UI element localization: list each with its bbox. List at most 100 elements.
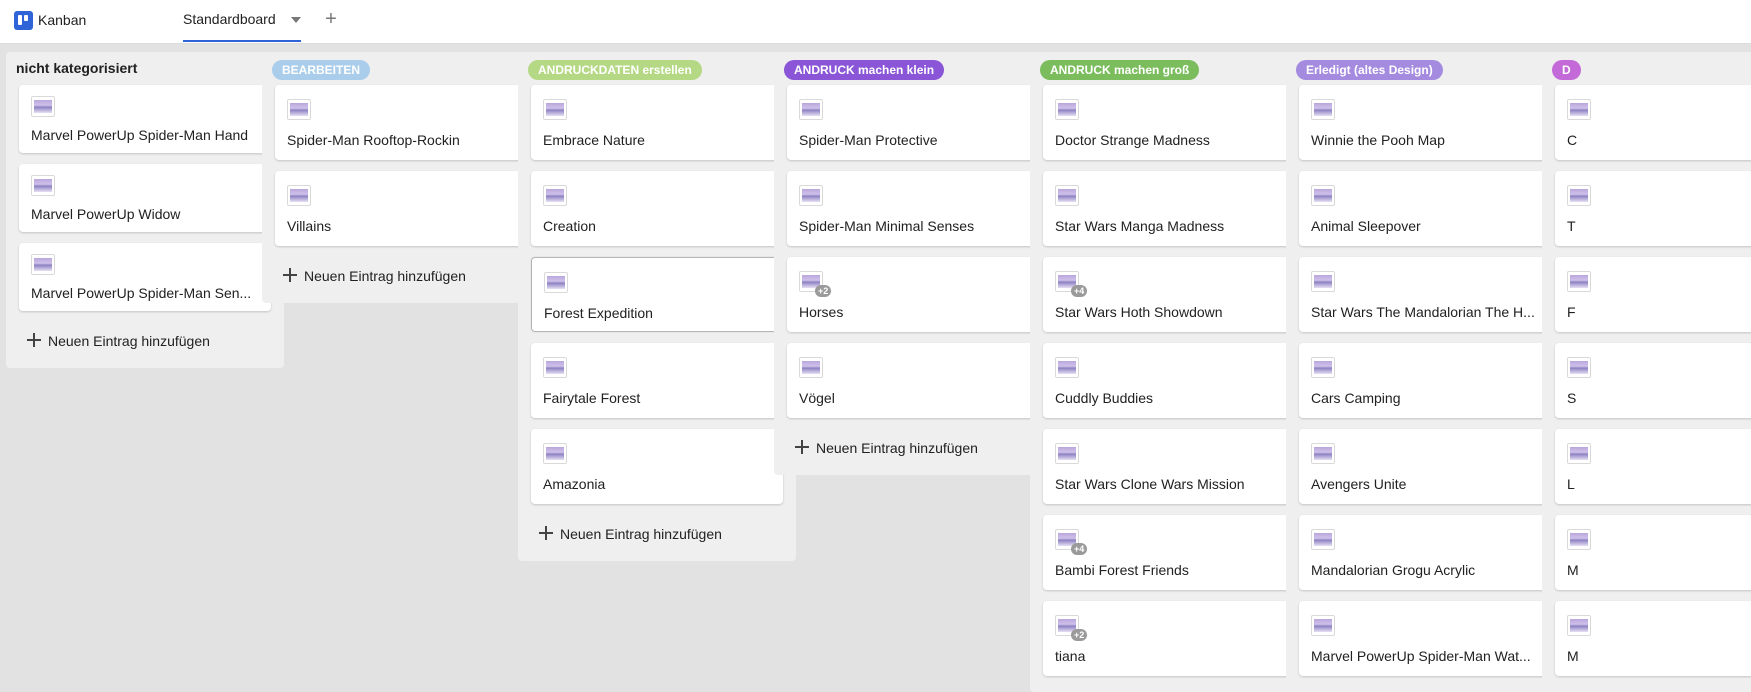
kanban-card[interactable]: M (1555, 515, 1751, 590)
add-board-icon[interactable]: + (322, 9, 340, 29)
kanban-logo-icon (14, 11, 33, 30)
card-title: T (1567, 218, 1576, 234)
card-title: Spider-Man Minimal Senses (799, 218, 975, 234)
column-header[interactable]: BEARBEITEN (262, 52, 540, 85)
kanban-card[interactable]: Amazonia (531, 429, 783, 504)
plus-icon (282, 267, 298, 283)
image-thumbnail-icon (1311, 271, 1335, 292)
image-thumbnail-icon (1055, 357, 1079, 378)
column-header[interactable]: ANDRUCKDATEN erstellen (518, 52, 796, 85)
kanban-card[interactable]: Marvel PowerUp Widow (19, 164, 271, 232)
image-thumbnail-icon (287, 99, 311, 120)
kanban-card[interactable]: +4 Star Wars Hoth Showdown (1043, 257, 1295, 332)
kanban-card[interactable]: Star Wars Manga Madness (1043, 171, 1295, 246)
kanban-card[interactable]: C (1555, 85, 1751, 160)
kanban-card[interactable]: Animal Sleepover (1299, 171, 1551, 246)
image-thumbnail-icon (1055, 443, 1079, 464)
kanban-card[interactable]: Vögel (787, 343, 1039, 418)
image-count-badge: +4 (1071, 285, 1088, 297)
kanban-card[interactable]: Marvel PowerUp Spider-Man Wat... (1299, 601, 1551, 676)
kanban-card[interactable]: Spider-Man Minimal Senses (787, 171, 1039, 246)
kanban-column: ANDRUCK machen groß Doctor Strange Madnes… (1030, 52, 1308, 692)
kanban-column: ANDRUCKDATEN erstellen Embrace Nature Crea… (518, 52, 796, 561)
add-entry-label: Neuen Eintrag hinzufügen (816, 440, 978, 456)
kanban-card[interactable]: Cuddly Buddies (1043, 343, 1295, 418)
add-entry-button[interactable]: Neuen Eintrag hinzufügen (518, 515, 796, 555)
card-list: Spider-Man Rooftop-Rockin Villains (262, 85, 540, 246)
kanban-card[interactable]: +2 tiana (1043, 601, 1295, 676)
image-thumbnail-icon (544, 272, 568, 293)
image-thumbnail-icon (543, 99, 567, 120)
image-thumbnail-icon (543, 443, 567, 464)
kanban-card[interactable]: +4 Bambi Forest Friends (1043, 515, 1295, 590)
kanban-card[interactable]: M (1555, 601, 1751, 676)
kanban-card[interactable]: Mandalorian Grogu Acrylic (1299, 515, 1551, 590)
card-title: M (1567, 648, 1579, 664)
kanban-card[interactable]: Spider-Man Rooftop-Rockin (275, 85, 527, 160)
image-thumbnail-icon (31, 96, 55, 117)
kanban-card[interactable]: Creation (531, 171, 783, 246)
image-thumbnail-icon (799, 99, 823, 120)
column-header[interactable]: Erledigt (altes Design) (1286, 52, 1564, 85)
kanban-card[interactable]: Winnie the Pooh Map (1299, 85, 1551, 160)
image-thumbnail-icon (31, 254, 55, 275)
column-title: D (1552, 60, 1581, 80)
tab-standardboard[interactable]: Standardboard (183, 0, 301, 42)
kanban-card[interactable]: Marvel PowerUp Spider-Man Sen... (19, 243, 271, 311)
kanban-card[interactable]: Villains (275, 171, 527, 246)
kanban-card[interactable]: Forest Expedition (531, 257, 783, 332)
kanban-board: nicht kategorisiert Marvel PowerUp Spider… (0, 44, 1751, 692)
kanban-card[interactable]: L (1555, 429, 1751, 504)
image-thumbnail-icon (1311, 615, 1335, 636)
add-entry-button[interactable]: Neuen Eintrag hinzufügen (774, 429, 1052, 469)
card-list: Spider-Man Protective Spider-Man Minimal … (774, 85, 1052, 418)
kanban-card[interactable]: Cars Camping (1299, 343, 1551, 418)
kanban-card[interactable]: Doctor Strange Madness (1043, 85, 1295, 160)
add-entry-button[interactable]: Neuen Eintrag hinzufügen (6, 322, 284, 362)
kanban-card[interactable]: Marvel PowerUp Spider-Man Hand (19, 85, 271, 153)
kanban-card[interactable]: Star Wars Clone Wars Mission (1043, 429, 1295, 504)
card-title: Embrace Nature (543, 132, 645, 148)
kanban-card[interactable]: Spider-Man Protective (787, 85, 1039, 160)
card-title: Mandalorian Grogu Acrylic (1311, 562, 1476, 578)
card-title: Villains (287, 218, 332, 234)
kanban-column: D C T F S L M M (1542, 52, 1751, 692)
kanban-card[interactable]: Avengers Unite (1299, 429, 1551, 504)
top-bar: Kanban Standardboard + (0, 0, 1751, 44)
image-thumbnail-icon (1567, 357, 1591, 378)
kanban-card[interactable]: F (1555, 257, 1751, 332)
card-list: Marvel PowerUp Spider-Man Hand Marvel Pow… (6, 85, 284, 311)
column-header[interactable]: nicht kategorisiert (6, 52, 284, 85)
card-list: C T F S L M M (1542, 85, 1751, 676)
image-thumbnail-icon (1311, 185, 1335, 206)
kanban-card[interactable]: S (1555, 343, 1751, 418)
image-thumbnail-icon (799, 185, 823, 206)
card-title: F (1567, 304, 1576, 320)
add-entry-label: Neuen Eintrag hinzufügen (48, 333, 210, 349)
card-title: tiana (1055, 648, 1086, 664)
kanban-card[interactable]: T (1555, 171, 1751, 246)
card-title: Marvel PowerUp Widow (31, 206, 181, 222)
kanban-card[interactable]: +2 Horses (787, 257, 1039, 332)
image-thumbnail-icon (1567, 99, 1591, 120)
column-header[interactable]: ANDRUCK machen klein (774, 52, 1052, 85)
image-thumbnail-icon (1311, 357, 1335, 378)
card-list: Doctor Strange Madness Star Wars Manga Ma… (1030, 85, 1308, 676)
kanban-card[interactable]: Fairytale Forest (531, 343, 783, 418)
card-title: S (1567, 390, 1577, 406)
caret-down-icon[interactable] (291, 17, 301, 23)
image-thumbnail-icon (1055, 185, 1079, 206)
card-title: Marvel PowerUp Spider-Man Wat... (1311, 648, 1531, 664)
kanban-card[interactable]: Embrace Nature (531, 85, 783, 160)
column-header[interactable]: D (1542, 52, 1751, 85)
add-entry-button[interactable]: Neuen Eintrag hinzufügen (262, 257, 540, 297)
card-title: C (1567, 132, 1578, 148)
column-title: ANDRUCK machen klein (784, 60, 945, 80)
image-thumbnail-icon (543, 185, 567, 206)
image-thumbnail-icon (1567, 271, 1591, 292)
column-header[interactable]: ANDRUCK machen groß (1030, 52, 1308, 85)
card-title: Forest Expedition (544, 305, 653, 321)
card-title: L (1567, 476, 1575, 492)
card-title: Spider-Man Rooftop-Rockin (287, 132, 460, 148)
kanban-card[interactable]: Star Wars The Mandalorian The H... (1299, 257, 1551, 332)
